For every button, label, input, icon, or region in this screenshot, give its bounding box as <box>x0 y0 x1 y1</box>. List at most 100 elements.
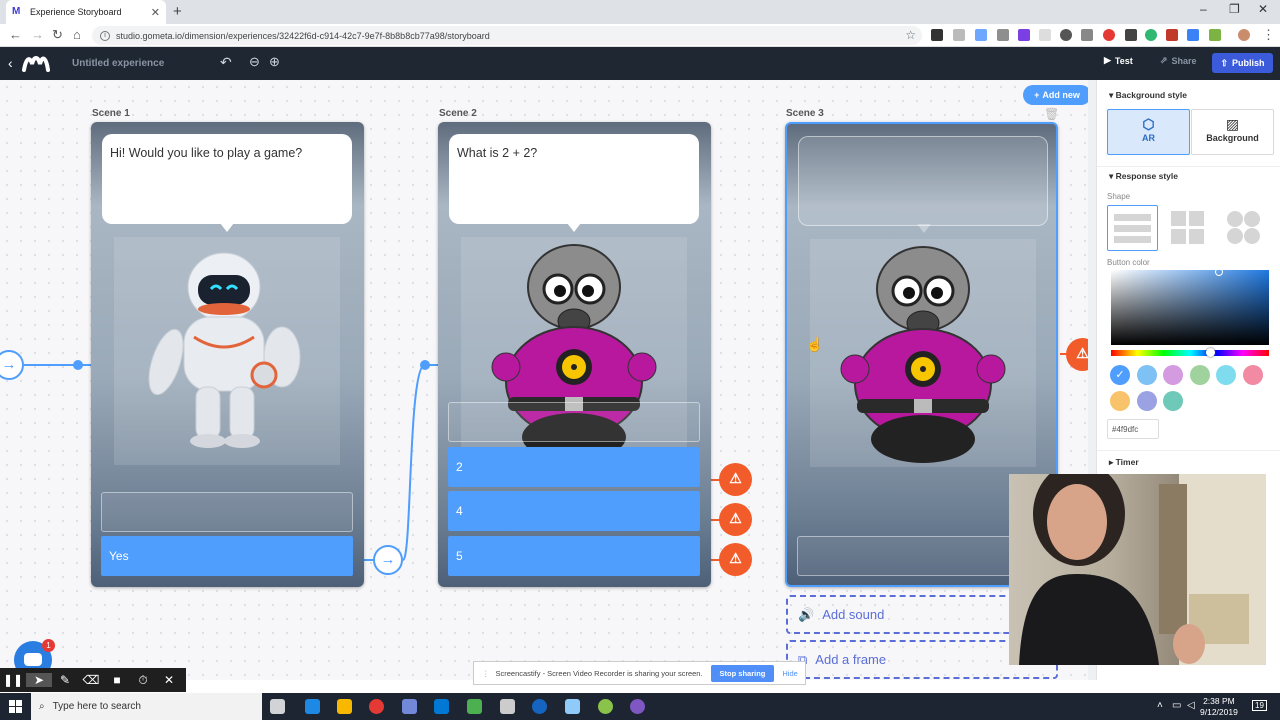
browser-menu-icon[interactable]: ⋮ <box>1262 27 1275 43</box>
camera-icon[interactable]: ■ <box>104 673 130 687</box>
publish-button[interactable]: ⇧ Publish <box>1212 53 1273 73</box>
app-icon[interactable] <box>500 699 515 714</box>
test-button[interactable]: ▶ Test <box>1104 55 1133 66</box>
warning-icon[interactable]: ⚠ <box>719 543 752 576</box>
extension-icon[interactable] <box>931 29 943 41</box>
response-button[interactable]: 5 <box>448 536 700 576</box>
timer-icon[interactable]: ⏱ <box>130 673 156 688</box>
color-swatch[interactable] <box>1163 391 1183 411</box>
browser-tab[interactable]: M Experience Storyboard ✕ <box>6 0 166 24</box>
extension-icon[interactable] <box>1081 29 1093 41</box>
scene-card[interactable]: What is 2 + 2? 2 4 5 <box>438 122 711 587</box>
color-swatch[interactable] <box>1163 365 1183 385</box>
response-placeholder[interactable] <box>448 402 700 442</box>
omnibox[interactable]: i studio.gometa.io/dimension/experiences… <box>92 26 922 45</box>
app-icon[interactable] <box>532 699 547 714</box>
scene-link-node-icon[interactable]: → <box>373 545 403 575</box>
volume-icon[interactable]: ◁ <box>1187 700 1195 711</box>
profile-avatar[interactable] <box>1238 29 1250 41</box>
speech-bubble[interactable]: What is 2 + 2? <box>449 134 699 232</box>
tray-chevron-icon[interactable]: ˄ <box>1157 700 1163 711</box>
hex-color-input[interactable]: #4f9dfc <box>1107 419 1159 439</box>
windows-start-icon[interactable] <box>9 700 22 713</box>
color-swatch[interactable] <box>1189 365 1210 385</box>
speech-bubble[interactable]: Hi! Would you like to play a game? <box>102 134 352 232</box>
reload-icon[interactable]: ↻ <box>52 27 63 43</box>
extension-icon[interactable] <box>1145 29 1157 41</box>
file-explorer-icon[interactable] <box>337 699 352 714</box>
hue-slider[interactable] <box>1111 348 1269 357</box>
taskbar-clock[interactable]: 2:38 PM 9/12/2019 <box>1200 696 1238 718</box>
pen-tool-icon[interactable]: ✎ <box>52 673 78 687</box>
discord-icon[interactable] <box>402 699 417 714</box>
edge-icon[interactable] <box>305 699 320 714</box>
warning-icon[interactable]: ⚠ <box>719 503 752 536</box>
pause-icon[interactable]: ❚❚ <box>0 673 26 687</box>
shape-option-circles[interactable] <box>1219 205 1270 251</box>
app-icon[interactable] <box>598 699 613 714</box>
app-icon[interactable] <box>467 699 482 714</box>
zoom-out-icon[interactable]: ⊖ <box>249 54 260 70</box>
app-icon[interactable] <box>630 699 645 714</box>
extension-icon[interactable] <box>953 29 965 41</box>
back-chevron-icon[interactable]: ‹ <box>8 55 13 71</box>
color-swatch[interactable] <box>1242 365 1263 385</box>
extension-icon[interactable] <box>1018 29 1030 41</box>
extension-icon[interactable] <box>1125 29 1137 41</box>
close-toolbar-icon[interactable]: ✕ <box>156 673 182 687</box>
undo-icon[interactable]: ↶ <box>220 54 232 71</box>
back-icon[interactable]: ← <box>9 27 22 42</box>
extension-icon[interactable] <box>1039 29 1051 41</box>
share-button[interactable]: ⇗ Share <box>1160 55 1197 66</box>
color-swatch[interactable] <box>1136 365 1157 385</box>
vscode-icon[interactable] <box>434 699 449 714</box>
cursor-tool-icon[interactable]: ➤ <box>26 673 52 687</box>
extension-icon[interactable] <box>997 29 1009 41</box>
hue-slider-handle[interactable] <box>1206 348 1215 357</box>
site-info-icon[interactable]: i <box>100 30 110 41</box>
color-picker-area[interactable] <box>1111 268 1269 345</box>
extension-icon[interactable] <box>975 29 987 41</box>
trash-icon[interactable]: 🗑 <box>1044 107 1059 121</box>
background-style-heading[interactable]: ▾ Background style <box>1109 90 1187 101</box>
maximize-icon[interactable]: ❐ <box>1229 2 1240 16</box>
scene-card[interactable]: Hi! Would you like to play a game? Yes <box>91 122 364 587</box>
chrome-icon[interactable] <box>369 699 384 714</box>
task-view-icon[interactable] <box>270 699 285 714</box>
add-new-button[interactable]: + Add new <box>1023 85 1091 105</box>
color-picker-handle[interactable] <box>1215 268 1223 276</box>
response-button[interactable]: 2 <box>448 447 700 487</box>
timer-heading[interactable]: ▸ Timer <box>1109 457 1139 468</box>
extension-icon[interactable] <box>1209 29 1221 41</box>
warning-icon[interactable]: ⚠ <box>719 463 752 496</box>
storyboard-canvas[interactable]: → → Scene 1 Hi! Would you like to play a… <box>0 80 1096 680</box>
taskbar-search[interactable]: ⌕ Type here to search <box>31 693 262 720</box>
minimize-icon[interactable]: – <box>1200 2 1207 16</box>
color-swatch[interactable] <box>1136 391 1157 411</box>
shape-option-grid[interactable] <box>1163 205 1214 251</box>
eraser-tool-icon[interactable]: ⌫ <box>78 673 104 687</box>
response-button[interactable]: Yes <box>101 536 353 576</box>
speech-bubble-empty[interactable] <box>798 136 1048 233</box>
stop-sharing-button[interactable]: Stop sharing <box>710 664 775 682</box>
experience-title[interactable]: Untitled experience <box>72 58 164 69</box>
hide-button[interactable]: Hide <box>782 669 797 678</box>
google-drive-icon[interactable] <box>1187 29 1199 41</box>
new-tab-icon[interactable]: + <box>173 3 182 20</box>
extension-icon[interactable] <box>1166 29 1178 41</box>
app-icon[interactable] <box>565 699 580 714</box>
color-swatch[interactable]: ✓ <box>1110 365 1130 385</box>
notifications-icon[interactable]: 19 <box>1252 700 1267 711</box>
network-icon[interactable]: ▭ <box>1172 700 1181 711</box>
response-style-heading[interactable]: ▾ Response style <box>1109 171 1178 182</box>
response-placeholder[interactable] <box>101 492 353 532</box>
extension-icon[interactable] <box>1103 29 1115 41</box>
close-window-icon[interactable]: ✕ <box>1258 2 1268 16</box>
ar-style-option[interactable]: ⬡ AR <box>1107 109 1190 155</box>
tab-close-icon[interactable]: ✕ <box>151 6 160 19</box>
shape-option-stacked[interactable] <box>1107 205 1158 251</box>
background-style-option[interactable]: ▨ Background <box>1191 109 1274 155</box>
color-swatch[interactable] <box>1216 365 1236 385</box>
forward-icon[interactable]: → <box>31 27 44 42</box>
extension-icon[interactable] <box>1060 29 1072 41</box>
